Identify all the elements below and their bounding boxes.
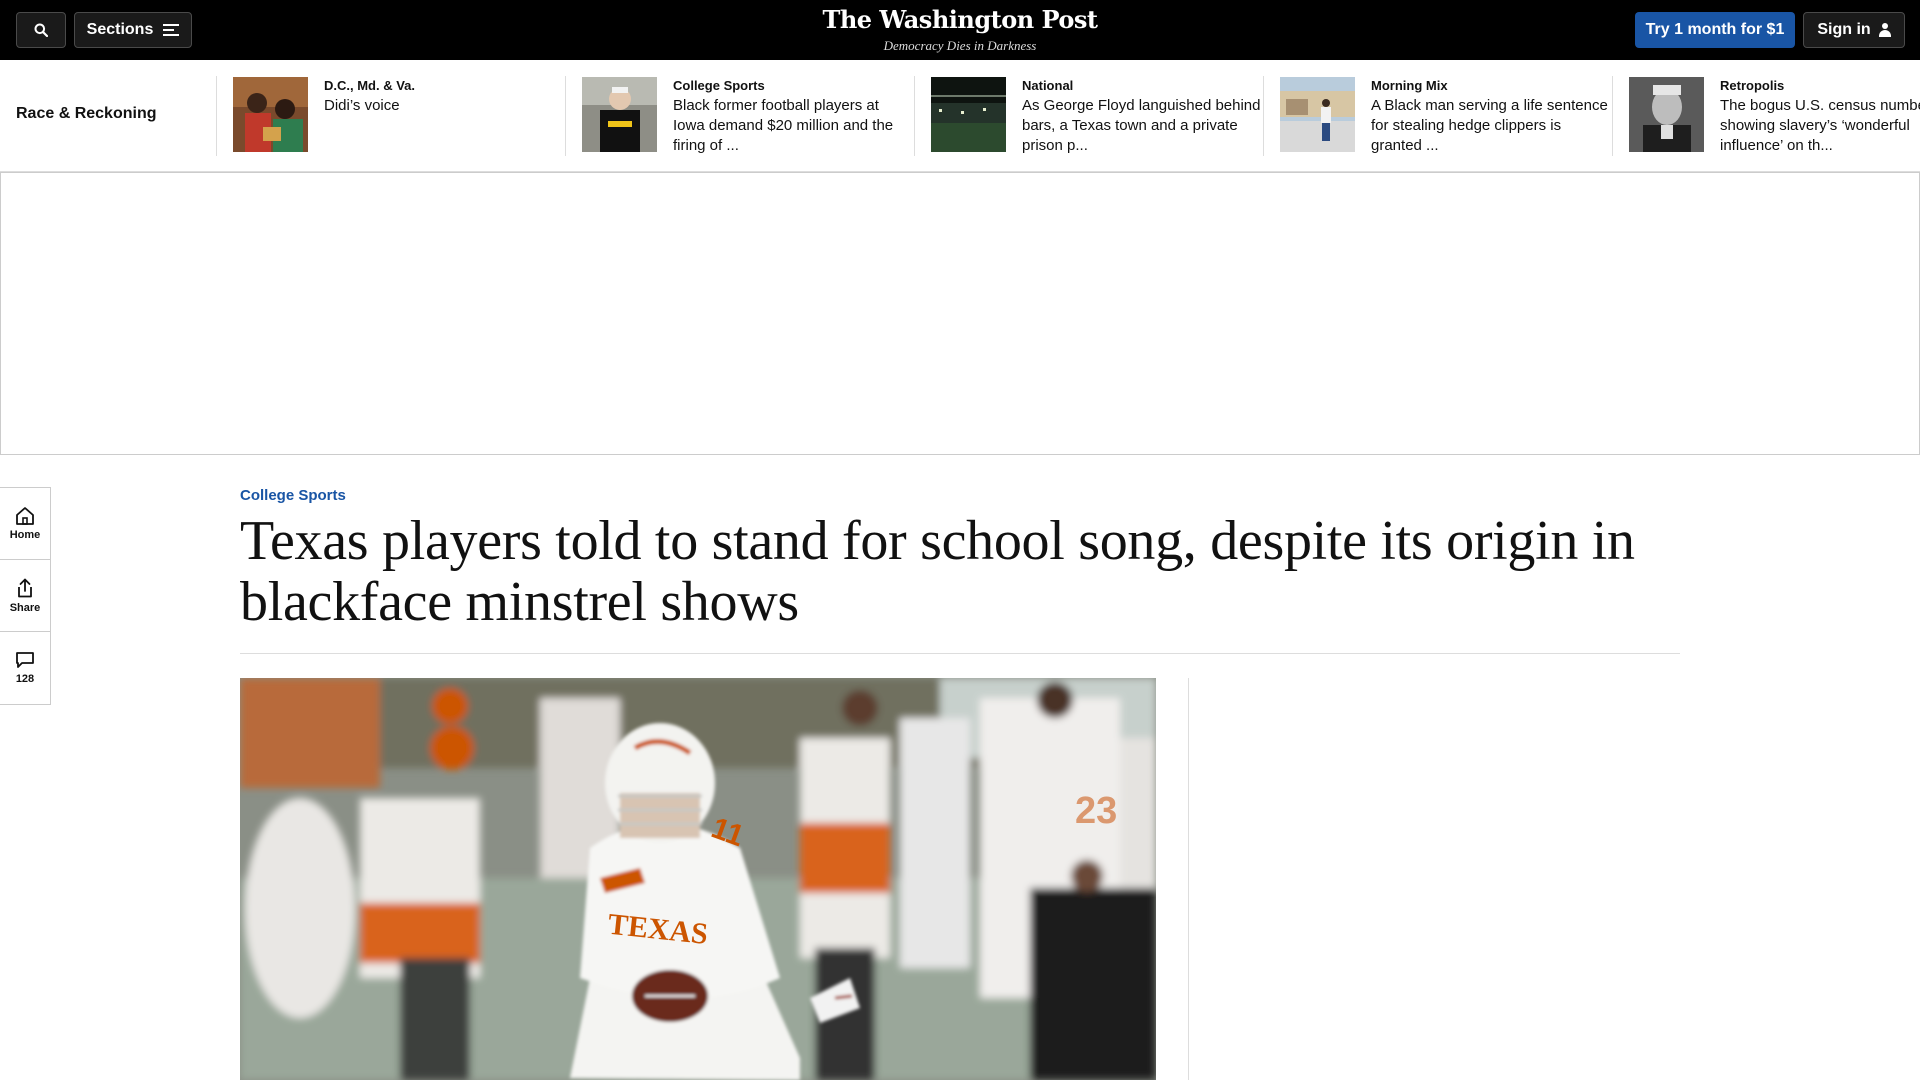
- user-icon: [1878, 23, 1891, 37]
- article-kicker[interactable]: College Sports: [240, 487, 346, 504]
- comments-button[interactable]: 128: [0, 632, 50, 704]
- sign-in-button[interactable]: Sign in: [1803, 12, 1905, 48]
- comments-count: 128: [15, 673, 35, 685]
- story-thumbnail[interactable]: [582, 77, 657, 152]
- story-category: Morning Mix: [1371, 78, 1448, 93]
- strip-story[interactable]: Retropolis The bogus U.S. census numbers…: [1612, 76, 1920, 156]
- story-thumbnail[interactable]: [1629, 77, 1704, 152]
- menu-icon: [163, 24, 180, 36]
- search-icon: [34, 23, 48, 37]
- comment-icon: [16, 652, 34, 668]
- home-icon: [16, 506, 34, 525]
- strip-story[interactable]: National As George Floyd languished behi…: [914, 76, 1263, 156]
- story-headline[interactable]: As George Floyd languished behind bars, …: [1022, 96, 1262, 156]
- football-player-photo: TEXAS 11 23: [240, 678, 1156, 1080]
- masthead[interactable]: The Washington Post Democracy Dies in Da…: [760, 5, 1160, 54]
- strip-story[interactable]: D.C., Md. & Va. Didi’s voice: [216, 76, 565, 156]
- headline-divider: [240, 653, 1680, 654]
- story-thumbnail[interactable]: [931, 77, 1006, 152]
- home-button[interactable]: Home: [0, 488, 50, 560]
- story-headline[interactable]: The bogus U.S. census numbers showing sl…: [1720, 96, 1920, 156]
- site-logo[interactable]: The Washington Post: [760, 5, 1160, 34]
- lead-photo[interactable]: TEXAS 11 23: [240, 678, 1156, 1080]
- story-category: National: [1022, 78, 1074, 93]
- sections-label: Sections: [86, 21, 154, 38]
- strip-story[interactable]: Morning Mix A Black man serving a life s…: [1263, 76, 1612, 156]
- background-jersey-number: 23: [1075, 790, 1117, 832]
- share-button[interactable]: Share: [0, 560, 50, 632]
- top-navigation-bar: Sections The Washington Post Democracy D…: [0, 0, 1920, 60]
- related-stories-strip: Race & Reckoning D.C., Md. & Va. Didi’s …: [0, 60, 1920, 172]
- story-category: Retropolis: [1720, 78, 1785, 93]
- site-tagline: Democracy Dies in Darkness: [883, 38, 1037, 53]
- share-label: Share: [9, 601, 41, 614]
- story-thumbnail[interactable]: [1280, 77, 1355, 152]
- story-headline[interactable]: Black former football players at Iowa de…: [673, 96, 913, 156]
- sidebar-divider: [1188, 678, 1189, 1080]
- sign-in-label: Sign in: [1817, 21, 1871, 38]
- story-category: D.C., Md. & Va.: [324, 78, 416, 93]
- story-category: College Sports: [673, 78, 765, 93]
- subscribe-offer-button[interactable]: Try 1 month for $1: [1635, 12, 1795, 48]
- strip-title[interactable]: Race & Reckoning: [16, 105, 156, 123]
- story-headline[interactable]: A Black man serving a life sentence for …: [1371, 96, 1611, 156]
- advertisement-slot: [0, 172, 1920, 455]
- article-side-rail: Home Share 128: [0, 487, 51, 705]
- search-button[interactable]: [16, 12, 66, 48]
- article-headline: Texas players told to stand for school s…: [240, 510, 1635, 633]
- home-label: Home: [9, 528, 41, 541]
- story-headline[interactable]: Didi’s voice: [324, 96, 564, 116]
- sections-menu-button[interactable]: Sections: [74, 12, 192, 48]
- story-thumbnail[interactable]: [233, 77, 308, 152]
- share-icon: [18, 578, 32, 597]
- strip-story[interactable]: College Sports Black former football pla…: [565, 76, 914, 156]
